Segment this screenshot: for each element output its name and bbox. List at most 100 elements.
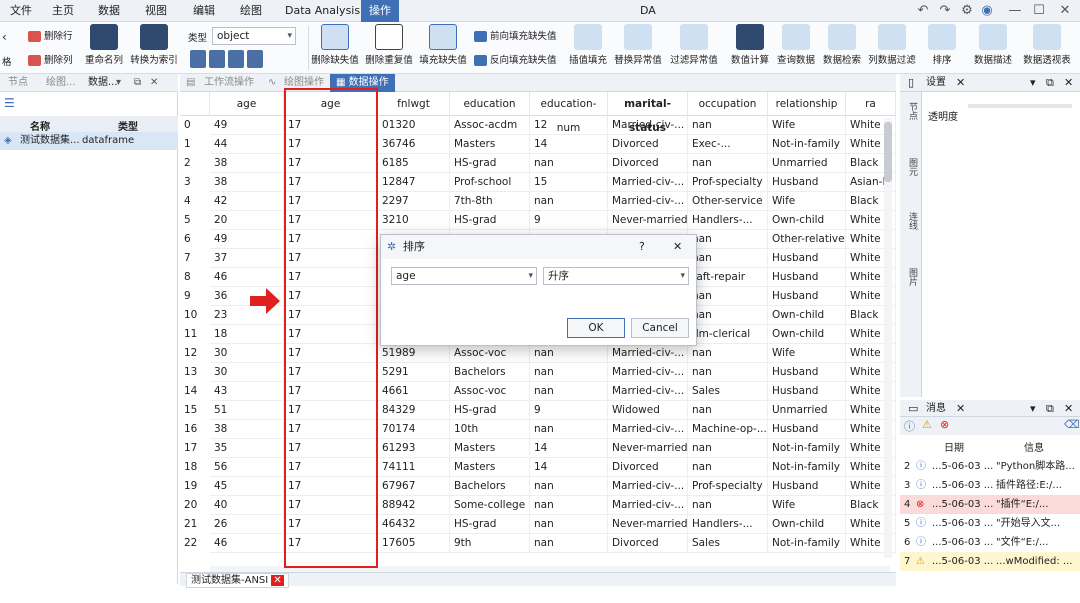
grid-cell[interactable]: Divorced	[608, 534, 688, 553]
filter-outlier-button[interactable]: 过滤异常值	[668, 24, 720, 66]
grid-cell[interactable]: 84329	[378, 401, 450, 420]
grid-cell[interactable]: Husband	[768, 363, 846, 382]
grid-cell[interactable]: 49	[210, 230, 284, 249]
grid-cell[interactable]: 18	[210, 325, 284, 344]
sort-button[interactable]: 排序	[924, 24, 960, 66]
grid-cell[interactable]: 5291	[378, 363, 450, 382]
grid-cell[interactable]: Married-civ-...	[608, 382, 688, 401]
grid-cell[interactable]: Divorced	[608, 458, 688, 477]
grid-header-ra[interactable]: ra	[846, 92, 896, 116]
delete-column-button[interactable]: 删除列	[28, 52, 73, 66]
grid-vertical-scrollbar[interactable]	[884, 118, 892, 558]
grid-cell[interactable]: nan	[688, 154, 768, 173]
close-window-icon[interactable]: ✕	[1056, 2, 1074, 20]
maximize-icon[interactable]: ☐	[1030, 2, 1048, 20]
grid-cell[interactable]: dm-clerical	[688, 325, 768, 344]
info-filter-icon[interactable]: ⓘ	[904, 418, 915, 434]
grid-cell[interactable]: 37	[210, 249, 284, 268]
settings-dock-close-icon[interactable]: ✕	[1064, 74, 1073, 92]
grid-cell[interactable]: nan	[688, 458, 768, 477]
undo-icon[interactable]: ↶	[914, 2, 932, 20]
grid-cell[interactable]: Own-child	[768, 325, 846, 344]
column-filter-button[interactable]: 列数据过滤	[866, 24, 918, 66]
grid-cell[interactable]: nan	[530, 515, 608, 534]
grid-cell[interactable]: nan	[530, 363, 608, 382]
grid-cell[interactable]: 14	[530, 439, 608, 458]
grid-cell[interactable]: Never-married	[608, 515, 688, 534]
grid-cell[interactable]: 67967	[378, 477, 450, 496]
tree-row-dataset[interactable]: ◈ 测试数据集... dataframe	[0, 132, 178, 150]
settings-float-icon[interactable]: ⧉	[1046, 74, 1054, 92]
grid-cell[interactable]: 14	[530, 458, 608, 477]
grid-cell[interactable]: 3210	[378, 211, 450, 230]
tab-settings[interactable]: 设置	[926, 74, 946, 92]
grid-cell[interactable]: 74111	[378, 458, 450, 477]
grid-cell[interactable]: 42	[210, 192, 284, 211]
grid-cell[interactable]: Wife	[768, 344, 846, 363]
menu-edit[interactable]: 编辑	[191, 0, 217, 22]
settings-gear-icon[interactable]: ⚙	[958, 2, 976, 20]
grid-cell[interactable]: 17	[284, 496, 378, 515]
grid-cell[interactable]: Machine-op-...	[688, 420, 768, 439]
grid-cell[interactable]: nan	[688, 230, 768, 249]
grid-cell[interactable]: 38	[210, 420, 284, 439]
grid-cell[interactable]: Married-civ-...	[608, 496, 688, 515]
grid-cell[interactable]: Bachelors	[450, 363, 530, 382]
tab-data[interactable]: 数据...	[88, 74, 118, 92]
list-view-icon[interactable]: ☰	[4, 96, 15, 110]
vtab-connections[interactable]: 连线	[903, 212, 919, 230]
grid-cell[interactable]: 17	[284, 287, 378, 306]
grid-header-age[interactable]: age	[284, 92, 378, 116]
grid-cell[interactable]: 56	[210, 458, 284, 477]
grid-cell[interactable]: Masters	[450, 439, 530, 458]
grid-cell[interactable]: 9	[530, 211, 608, 230]
grid-cell[interactable]: Not-in-family	[768, 458, 846, 477]
settings-close-icon[interactable]: ✕	[956, 74, 965, 92]
grid-cell[interactable]: 49	[210, 116, 284, 135]
grid-cell[interactable]: 36746	[378, 135, 450, 154]
grid-cell[interactable]: nan	[688, 306, 768, 325]
grid-cell[interactable]: Divorced	[608, 135, 688, 154]
grid-cell[interactable]: Exec-...	[688, 135, 768, 154]
grid-cell[interactable]: 30	[210, 363, 284, 382]
grid-cell[interactable]: Married-civ-...	[608, 477, 688, 496]
grid-cell[interactable]: Wife	[768, 496, 846, 515]
sort-order-select[interactable]: 升序 ▾	[543, 267, 689, 285]
grid-cell[interactable]: 17	[284, 439, 378, 458]
grid-header-occupation[interactable]: occupation	[688, 92, 768, 116]
grid-cell[interactable]: Assoc-voc	[450, 382, 530, 401]
redo-icon[interactable]: ↷	[936, 2, 954, 20]
drop-missing-button[interactable]: 删除缺失值	[310, 24, 360, 66]
message-row[interactable]: 7 ⚠ ...5-06-03 ... ...wModified: ...	[900, 552, 1080, 571]
grid-cell[interactable]: 17	[284, 135, 378, 154]
grid-cell[interactable]: 9	[530, 401, 608, 420]
grid-cell[interactable]: Assoc-acdm	[450, 116, 530, 135]
grid-cell[interactable]: 17	[284, 477, 378, 496]
grid-cell[interactable]: 17	[284, 515, 378, 534]
vtab-images[interactable]: 图片	[903, 268, 919, 286]
grid-cell[interactable]: 6185	[378, 154, 450, 173]
grid-cell[interactable]: Wife	[768, 116, 846, 135]
delete-row-button[interactable]: 删除行	[28, 28, 73, 42]
grid-cell[interactable]: nan	[530, 154, 608, 173]
grid-cell[interactable]: 10th	[450, 420, 530, 439]
grid-cell[interactable]: raft-repair	[688, 268, 768, 287]
grid-cell[interactable]: Not-in-family	[768, 534, 846, 553]
globe-icon[interactable]: ◉	[978, 2, 996, 20]
grid-cell[interactable]: Divorced	[608, 154, 688, 173]
grid-cell[interactable]: 20	[210, 211, 284, 230]
tab-dropdown-icon[interactable]: ▾	[116, 74, 121, 92]
grid-cell[interactable]: 12847	[378, 173, 450, 192]
grid-cell[interactable]: 26	[210, 515, 284, 534]
help-button[interactable]: ?	[639, 235, 645, 259]
vtab-nodes[interactable]: 节点	[903, 102, 919, 120]
grid-cell[interactable]: Husband	[768, 173, 846, 192]
grid-cell[interactable]: 14	[530, 135, 608, 154]
close-tab-icon[interactable]: ✕	[271, 575, 284, 586]
tab-workflow[interactable]: 工作流操作	[204, 74, 254, 92]
grid-cell[interactable]: 46432	[378, 515, 450, 534]
grid-cell[interactable]: nan	[688, 249, 768, 268]
grid-header-fnlwgt[interactable]: fnlwgt	[378, 92, 450, 116]
grid-cell[interactable]: 17	[284, 325, 378, 344]
grid-cell[interactable]: HS-grad	[450, 401, 530, 420]
